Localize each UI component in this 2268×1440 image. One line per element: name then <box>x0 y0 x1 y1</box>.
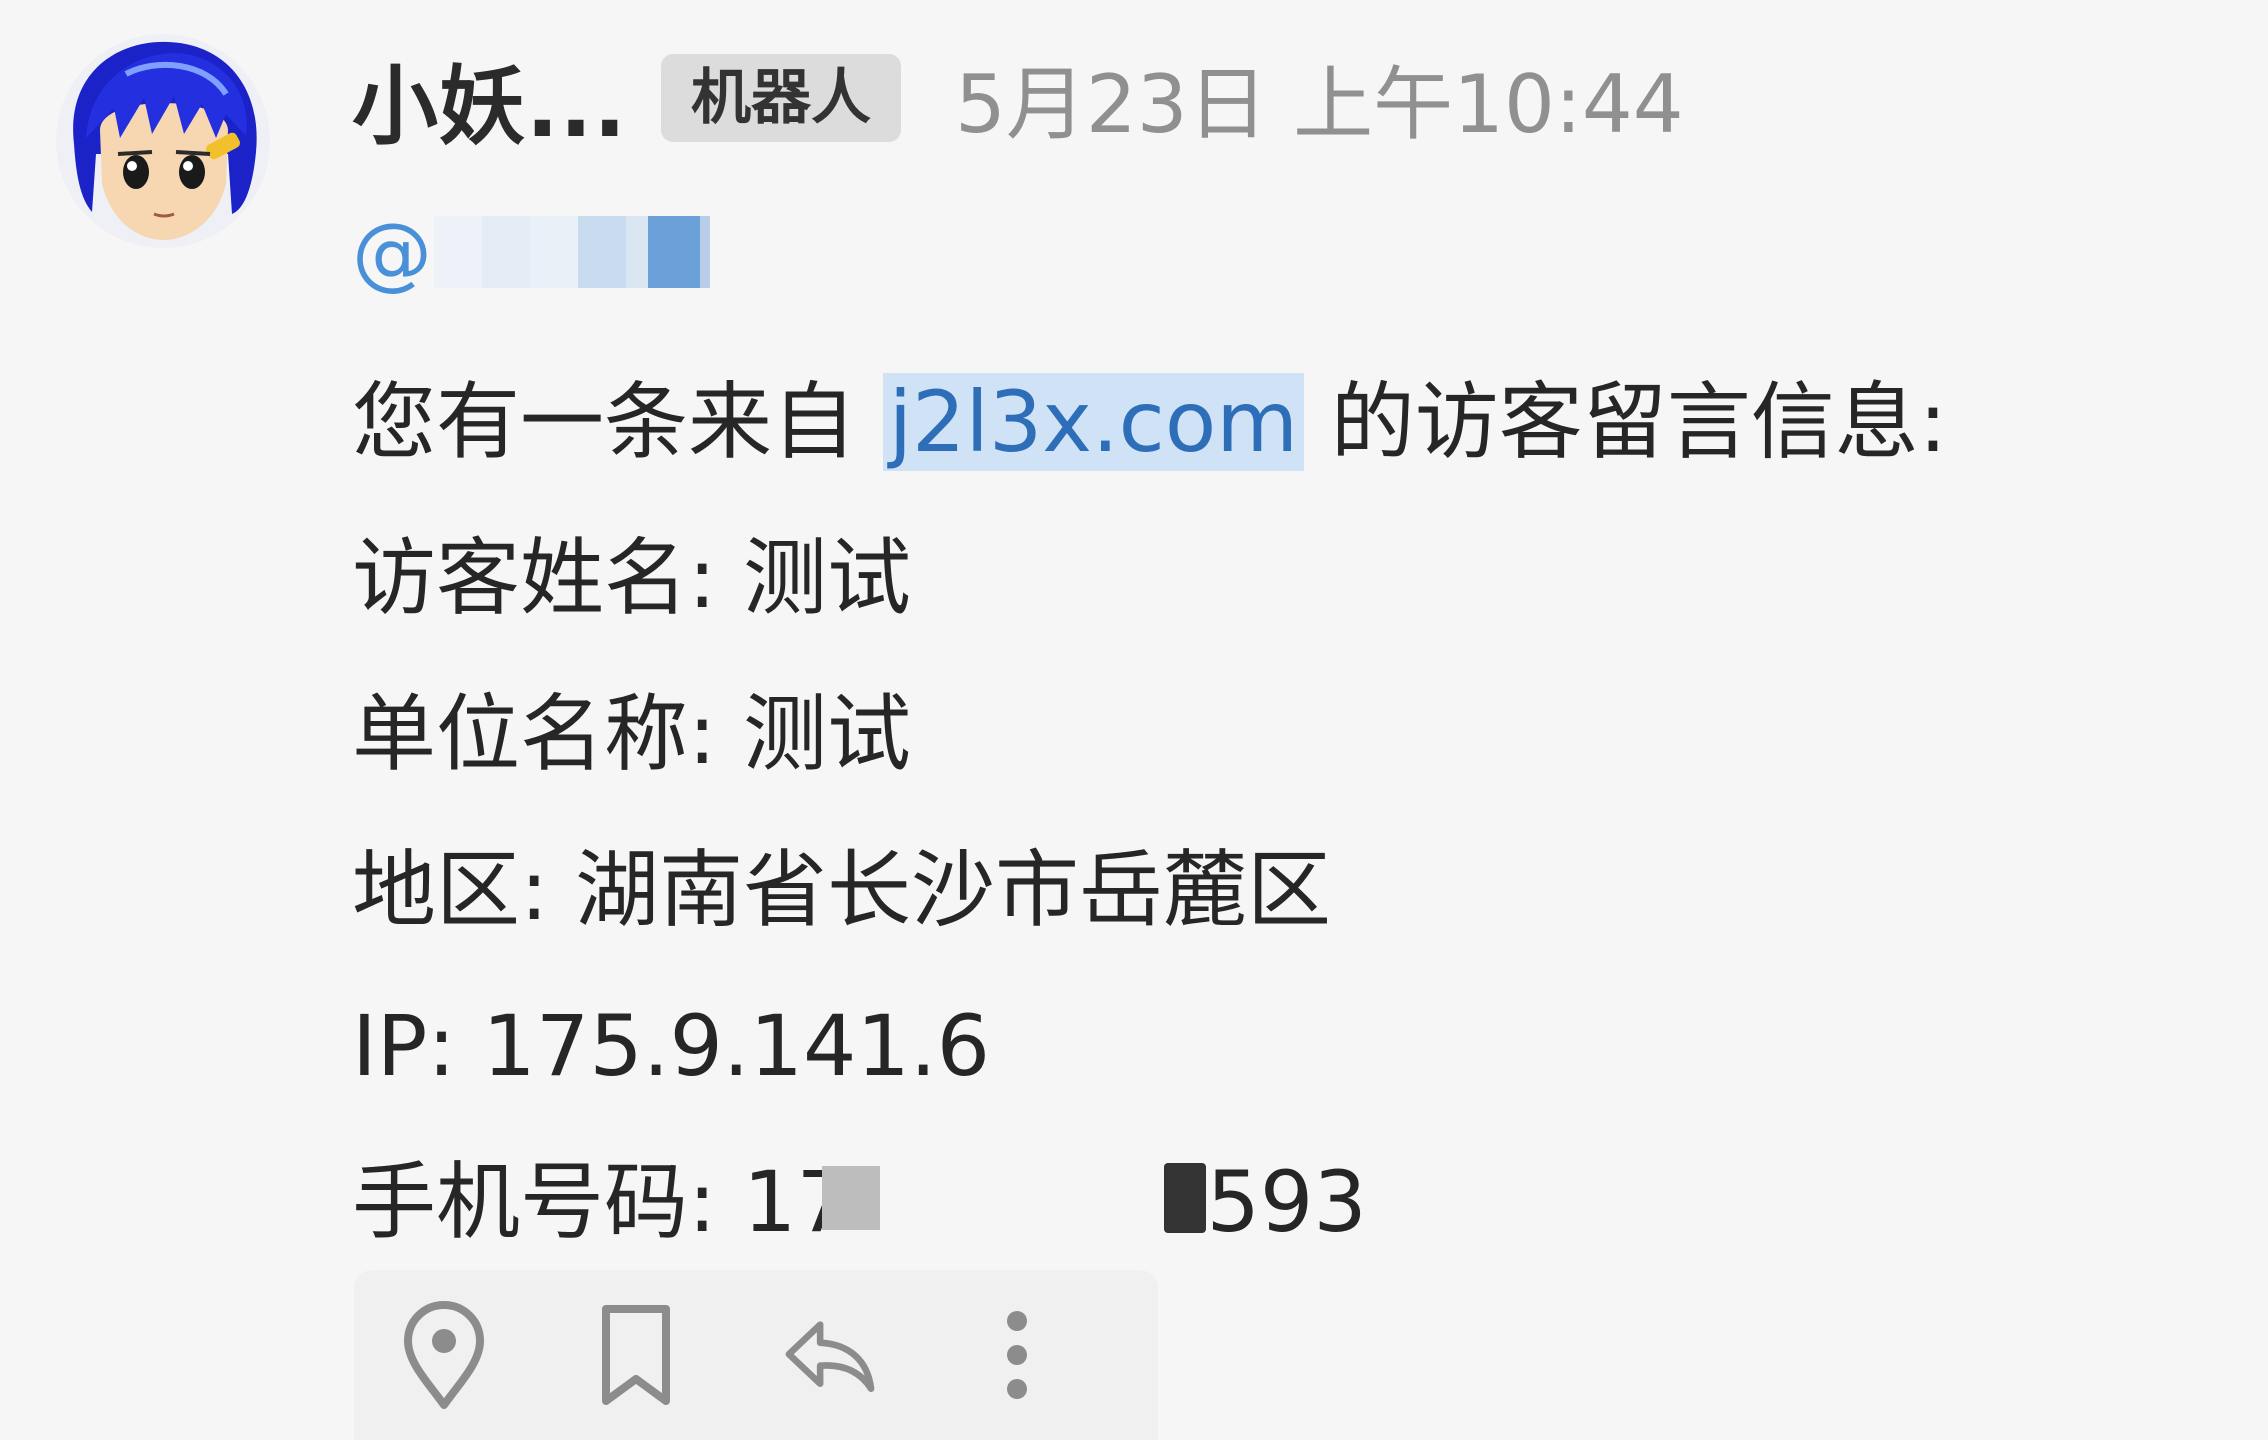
phone-redaction-dark <box>1164 1163 1207 1234</box>
phone-line: 手机号码: 17 593 <box>352 1124 2252 1280</box>
phone-suffix: 593 <box>1206 1153 1367 1251</box>
message-timestamp: 5月23日 上午10:44 <box>955 58 1684 151</box>
bookmark-button[interactable] <box>596 1299 676 1411</box>
website-link[interactable]: j2l3x.com <box>882 373 1305 471</box>
mention-at-symbol: @ <box>352 205 432 299</box>
bookmark-icon <box>602 1305 670 1405</box>
more-vertical-icon <box>1007 1311 1027 1399</box>
phone-redaction-gray <box>822 1166 881 1231</box>
user-mention[interactable]: @ <box>352 205 710 299</box>
visitor-name-line: 访客姓名: 测试 <box>352 529 912 627</box>
region-line: 地区: 湖南省长沙市岳麓区 <box>352 841 1332 939</box>
message-header: 小妖... 机器人 5月23日 上午10:44 <box>352 32 1684 164</box>
ip-line: IP: 175.9.141.6 <box>352 997 991 1095</box>
phone-partial-digit: 7 <box>796 1124 822 1280</box>
chat-message: 小妖... 机器人 5月23日 上午10:44 @ 您有一条来自 j2l3x.c… <box>0 0 2268 1440</box>
sender-name[interactable]: 小妖... <box>352 36 627 161</box>
bot-badge: 机器人 <box>661 54 902 142</box>
phone-label: 手机号码: 1 <box>352 1153 797 1251</box>
reply-icon <box>785 1321 875 1392</box>
location-pin-icon <box>404 1301 484 1409</box>
message-action-bar <box>354 1270 1158 1440</box>
reply-button[interactable] <box>784 1299 876 1411</box>
anime-girl-avatar-icon <box>56 34 270 248</box>
message-body: 您有一条来自 j2l3x.com 的访客留言信息: 访客姓名: 测试 单位名称:… <box>352 344 2252 1280</box>
intro-text-after: 的访客留言信息: <box>1304 373 1948 471</box>
sender-avatar[interactable] <box>56 34 270 248</box>
more-options-button[interactable] <box>984 1299 1050 1411</box>
company-name-line: 单位名称: 测试 <box>352 685 912 783</box>
intro-line: 您有一条来自 j2l3x.com 的访客留言信息: <box>352 344 2252 500</box>
pin-location-button[interactable] <box>400 1299 488 1411</box>
mention-redacted-name <box>434 216 710 288</box>
intro-text-before: 您有一条来自 <box>352 373 883 471</box>
